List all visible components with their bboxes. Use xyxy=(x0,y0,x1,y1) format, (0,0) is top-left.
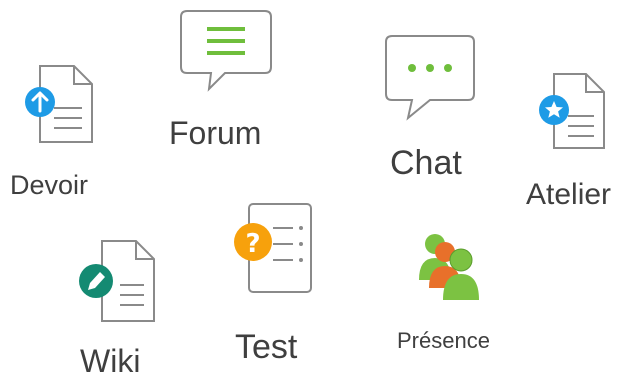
activity-atelier[interactable]: Atelier xyxy=(520,68,630,218)
activity-forum[interactable]: Forum xyxy=(165,5,295,155)
activity-devoir[interactable]: Devoir xyxy=(10,60,120,205)
activity-label: Présence xyxy=(397,328,490,353)
activity-label: Forum xyxy=(169,115,262,151)
workshop-icon xyxy=(539,73,605,149)
activity-test[interactable]: ? Test xyxy=(215,198,325,373)
activity-label: Wiki xyxy=(80,343,141,379)
chat-icon xyxy=(385,35,475,121)
attendance-icon xyxy=(419,234,479,300)
activity-label: Atelier xyxy=(526,178,612,211)
activity-chat[interactable]: Chat xyxy=(380,32,490,192)
quiz-icon: ? xyxy=(234,203,312,293)
svg-text:?: ? xyxy=(245,229,260,259)
activity-wiki[interactable]: Wiki xyxy=(68,235,178,385)
activity-label: Chat xyxy=(390,144,462,182)
wiki-icon xyxy=(79,240,155,322)
assignment-upload-icon xyxy=(25,65,93,143)
forum-icon xyxy=(180,10,272,92)
activity-label: Test xyxy=(235,328,298,366)
activity-presence[interactable]: Présence xyxy=(395,228,525,368)
activity-label: Devoir xyxy=(10,170,89,200)
